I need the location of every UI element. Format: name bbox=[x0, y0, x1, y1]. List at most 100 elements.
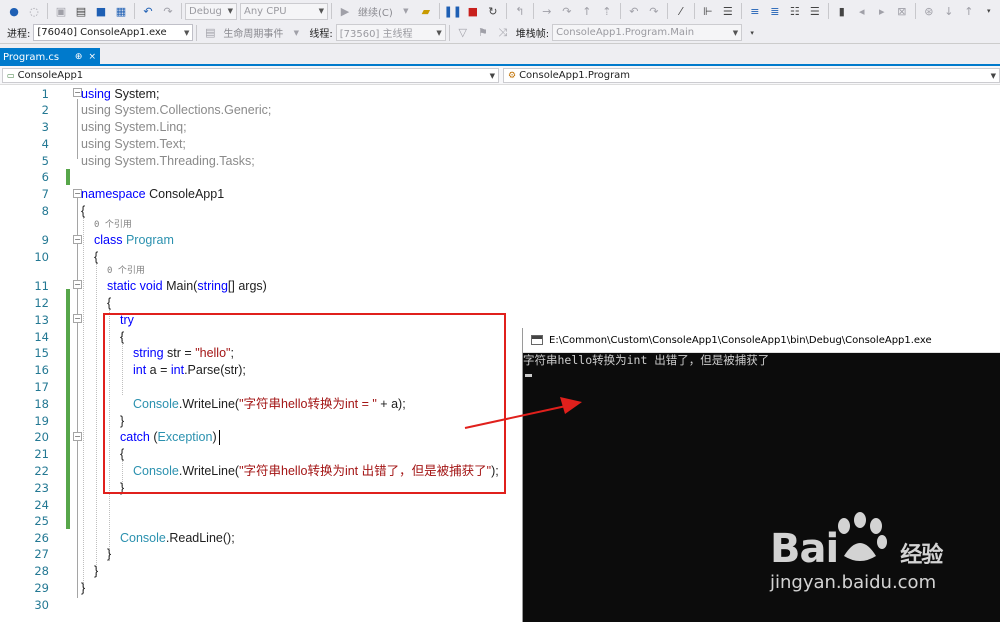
line-number: 18 bbox=[34, 397, 49, 411]
lifecycle-events-icon[interactable]: ▤ bbox=[202, 25, 218, 41]
stackframe-select[interactable]: ConsoleApp1.Program.Main ▼ bbox=[552, 24, 743, 41]
change-indicator bbox=[66, 289, 70, 529]
chevron-down-icon: ▼ bbox=[990, 71, 996, 80]
clear-bookmarks-icon[interactable]: ⊠ bbox=[894, 3, 910, 19]
filter-icon[interactable]: ▽ bbox=[455, 25, 471, 41]
class-dropdown[interactable]: ⚙ ConsoleApp1.Program ▼ bbox=[503, 68, 1000, 83]
line-number: 26 bbox=[34, 531, 49, 545]
call-stack-icon[interactable]: ☰ bbox=[720, 3, 736, 19]
tab-program-cs[interactable]: Program.cs ⊕ × bbox=[0, 48, 100, 66]
attach-icon[interactable]: ▰ bbox=[418, 3, 434, 19]
platform-select[interactable]: Any CPU ▼ bbox=[240, 2, 328, 20]
line-number: 3 bbox=[41, 120, 49, 134]
code-line-9: class Program bbox=[94, 233, 174, 247]
chevron-down-icon[interactable]: ▼ bbox=[398, 3, 414, 19]
code-line-5: using System.Threading.Tasks; bbox=[81, 154, 255, 168]
line-number: 25 bbox=[34, 514, 49, 528]
console-title: E:\Common\Custom\ConsoleApp1\ConsoleApp1… bbox=[549, 334, 932, 346]
comment-icon[interactable]: ☷ bbox=[787, 3, 803, 19]
collapse-icon[interactable]: − bbox=[73, 235, 82, 244]
toolbar-separator bbox=[505, 3, 507, 19]
line-number: 1 bbox=[41, 87, 49, 101]
save-all-icon[interactable]: ▦ bbox=[113, 3, 129, 19]
toolbar-separator bbox=[532, 3, 534, 19]
collapse-icon[interactable]: − bbox=[73, 432, 82, 441]
close-tab-icon[interactable]: × bbox=[88, 52, 96, 62]
line-number: 8 bbox=[41, 204, 49, 218]
toolbar-separator bbox=[827, 3, 829, 19]
step-back-icon[interactable]: ⇡ bbox=[599, 3, 615, 19]
show-next-statement-icon[interactable]: ↰ bbox=[512, 3, 528, 19]
hex-display-icon[interactable]: ⁄ bbox=[673, 3, 689, 19]
code-line-27: } bbox=[107, 547, 112, 561]
code-line-1: using System; bbox=[81, 87, 160, 101]
new-project-icon[interactable]: ▣ bbox=[53, 3, 69, 19]
collapse-icon[interactable]: − bbox=[73, 280, 82, 289]
navigation-bar: ▭ ConsoleApp1 ▼ ⚙ ConsoleApp1.Program ▼ bbox=[0, 66, 1000, 85]
toolbar-overflow-icon[interactable]: ▾ bbox=[981, 3, 997, 19]
continue-button[interactable]: 继续(C) bbox=[358, 4, 393, 19]
line-number: 29 bbox=[34, 581, 49, 595]
toolbar-separator bbox=[914, 3, 916, 19]
stop-icon[interactable]: ■ bbox=[465, 3, 481, 19]
threads-toggle-icon[interactable]: ⤨ bbox=[495, 25, 511, 41]
undo-icon[interactable]: ↶ bbox=[140, 3, 156, 19]
line-number: 16 bbox=[34, 363, 49, 377]
annotation-highlight-box bbox=[103, 313, 506, 494]
history-back-icon[interactable]: ↶ bbox=[626, 3, 642, 19]
project-dropdown[interactable]: ▭ ConsoleApp1 ▼ bbox=[2, 68, 499, 83]
solution-config-select[interactable]: Debug ▼ bbox=[185, 2, 237, 20]
line-number: 23 bbox=[34, 481, 49, 495]
line-number: 27 bbox=[34, 547, 49, 561]
chevron-down-icon: ▼ bbox=[227, 7, 233, 15]
move-up-icon[interactable]: ↑ bbox=[961, 3, 977, 19]
process-label: 进程: bbox=[7, 29, 31, 40]
save-icon[interactable]: ■ bbox=[93, 3, 109, 19]
next-bookmark-icon[interactable]: ▸ bbox=[874, 3, 890, 19]
back-icon[interactable]: ● bbox=[6, 3, 22, 19]
step-into-icon[interactable]: → bbox=[539, 3, 555, 19]
thread-select[interactable]: [73560] 主线程 ▼ bbox=[335, 24, 446, 41]
code-line-29: } bbox=[81, 581, 86, 595]
baidu-watermark: Bai 经验 jingyan.baidu.com bbox=[760, 510, 1000, 622]
line-number: 15 bbox=[34, 346, 49, 360]
collapse-icon[interactable]: − bbox=[73, 314, 82, 323]
console-output: 字符串hello转换为int 出错了，但是被捕获了 bbox=[523, 353, 770, 367]
line-number: 4 bbox=[41, 137, 49, 151]
toolbar-overflow-icon[interactable]: ▾ bbox=[744, 25, 760, 41]
thread-label: 线程: bbox=[309, 29, 333, 40]
prev-bookmark-icon[interactable]: ◂ bbox=[854, 3, 870, 19]
open-file-icon[interactable]: ▤ bbox=[73, 3, 89, 19]
line-number: 19 bbox=[34, 414, 49, 428]
threads-icon[interactable]: ⊩ bbox=[700, 3, 716, 19]
step-over-icon[interactable]: ↷ bbox=[559, 3, 575, 19]
process-select[interactable]: [76040] ConsoleApp1.exe ▼ bbox=[33, 24, 194, 41]
uncomment-icon[interactable]: ☰ bbox=[807, 3, 823, 19]
toolbar-separator bbox=[47, 3, 48, 19]
indent-icon[interactable]: ≣ bbox=[767, 3, 783, 19]
console-title-bar[interactable]: E:\Common\Custom\ConsoleApp1\ConsoleApp1… bbox=[523, 328, 1000, 353]
codelens-references[interactable]: 0 个引用 bbox=[107, 265, 145, 277]
restart-icon[interactable]: ↻ bbox=[485, 3, 501, 19]
step-out-icon[interactable]: ↑ bbox=[579, 3, 595, 19]
find-icon[interactable]: ⊛ bbox=[921, 3, 937, 19]
outdent-icon[interactable]: ≡ bbox=[747, 3, 763, 19]
codelens-references[interactable]: 0 个引用 bbox=[94, 219, 132, 231]
chevron-down-icon: ▼ bbox=[436, 28, 442, 37]
code-line-28: } bbox=[94, 564, 99, 578]
chevron-down-icon[interactable]: ▼ bbox=[288, 25, 304, 41]
bookmark-icon[interactable]: ▮ bbox=[834, 3, 850, 19]
flag-icon[interactable]: ⚑ bbox=[475, 25, 491, 41]
line-number: 11 bbox=[34, 279, 49, 293]
lifecycle-events-button[interactable]: 生命周期事件 bbox=[223, 25, 283, 40]
forward-icon[interactable]: ◌ bbox=[26, 3, 42, 19]
pause-icon[interactable]: ❚❚ bbox=[444, 3, 462, 19]
line-number: 28 bbox=[34, 564, 49, 578]
pin-tab-icon[interactable]: ⊕ bbox=[75, 52, 83, 62]
move-down-icon[interactable]: ↓ bbox=[941, 3, 957, 19]
redo-icon[interactable]: ↷ bbox=[160, 3, 176, 19]
chevron-down-icon: ▼ bbox=[732, 28, 739, 37]
history-forward-icon[interactable]: ↷ bbox=[646, 3, 662, 19]
debug-toolbar: ● ◌ ▣ ▤ ■ ▦ ↶ ↷ Debug ▼ Any CPU ▼ ▶ 继续(C) … bbox=[0, 0, 1000, 22]
toolbar-separator bbox=[693, 3, 695, 19]
